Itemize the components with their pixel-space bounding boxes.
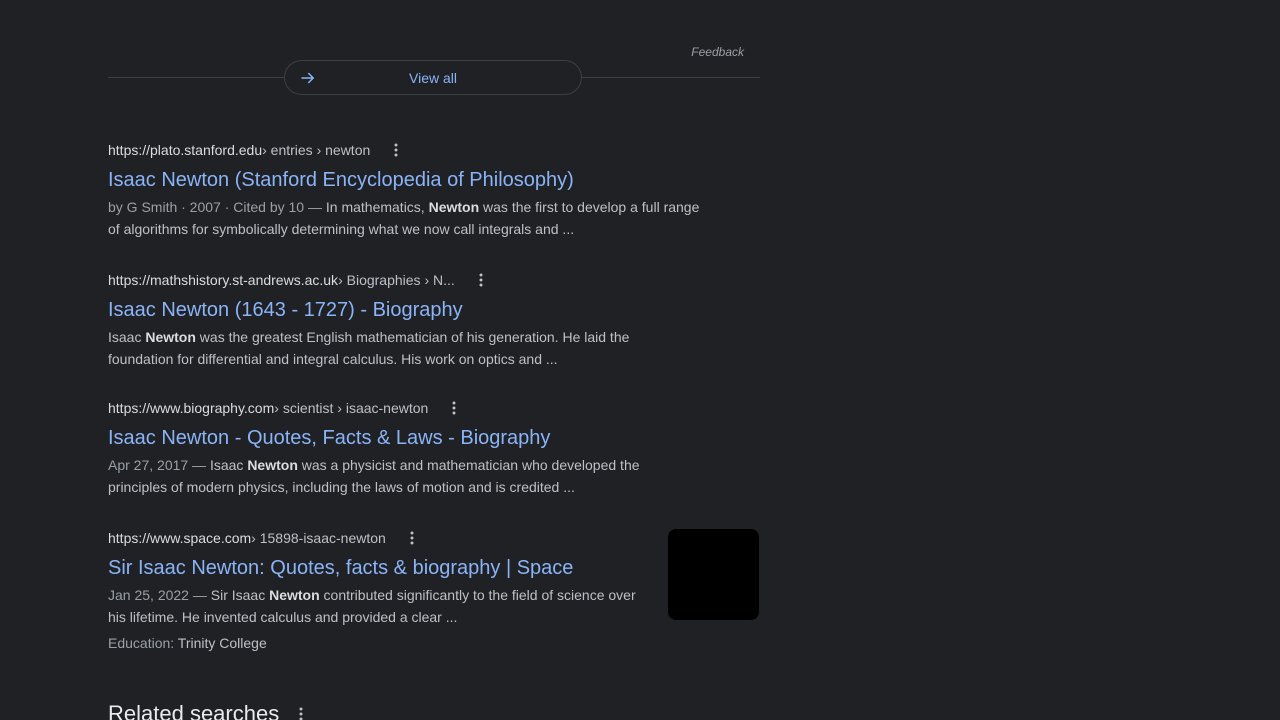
view-all-label: View all — [409, 69, 457, 86]
search-result: https://plato.stanford.edu › entries › n… — [108, 141, 708, 240]
snippet-text: Isaac — [108, 329, 146, 345]
more-options-icon[interactable] — [388, 142, 404, 158]
result-path: › 15898-isaac-newton — [251, 530, 386, 546]
more-options-icon[interactable] — [293, 706, 309, 720]
result-title-link[interactable]: Isaac Newton (Stanford Encyclopedia of P… — [108, 167, 708, 193]
result-domain: https://www.space.com — [108, 530, 252, 546]
result-date: Jan 25, 2022 — — [108, 587, 211, 603]
snippet-text: Isaac — [209, 457, 248, 473]
result-title-link[interactable]: Isaac Newton - Quotes, Facts & Laws - Bi… — [108, 425, 648, 451]
result-domain: https://mathshistory.st-andrews.ac.uk — [108, 272, 339, 288]
search-result: https://mathshistory.st-andrews.ac.uk › … — [108, 271, 648, 370]
result-title-link[interactable]: Isaac Newton (1643 - 1727) - Biography — [108, 297, 648, 323]
result-path: › entries › newton — [262, 142, 371, 158]
result-title-link[interactable]: Sir Isaac Newton: Quotes, facts & biogra… — [108, 555, 648, 581]
result-extra-info: Education: Trinity College — [108, 632, 648, 654]
more-options-icon[interactable] — [473, 272, 489, 288]
result-path: › Biographies › N... — [338, 272, 455, 288]
result-path: › scientist › isaac-newton — [274, 400, 429, 416]
search-results-page: Feedback View all https://plato.stanford… — [0, 0, 1280, 720]
result-domain: https://www.biography.com — [108, 400, 275, 416]
snippet-text: Sir Isaac — [210, 587, 270, 603]
snippet-text: In mathematics, — [325, 199, 429, 215]
result-snippet: Isaac Newton was the greatest English ma… — [108, 326, 648, 370]
result-citation[interactable]: https://plato.stanford.edu › entries › n… — [108, 141, 708, 159]
result-meta: by G Smith · 2007 · Cited by 10 — — [108, 199, 326, 215]
result-citation[interactable]: https://mathshistory.st-andrews.ac.uk › … — [108, 271, 648, 289]
more-options-icon[interactable] — [446, 400, 462, 416]
top-card-remnant — [108, 0, 760, 34]
related-searches-heading: Related searches — [108, 701, 280, 720]
result-citation[interactable]: https://www.biography.com › scientist › … — [108, 399, 648, 417]
feedback-link[interactable]: Feedback — [691, 45, 744, 59]
result-snippet: Apr 27, 2017 — Isaac Newton was a physic… — [108, 454, 648, 498]
snippet-highlight: Newton — [247, 457, 298, 473]
snippet-highlight: Newton — [428, 199, 480, 215]
extra-value[interactable]: Trinity College — [178, 635, 267, 651]
view-all-button[interactable]: View all — [284, 60, 582, 95]
result-thumbnail[interactable] — [668, 529, 759, 620]
related-searches-header: Related searches — [108, 700, 309, 720]
search-result: https://www.biography.com › scientist › … — [108, 399, 648, 498]
result-domain: https://plato.stanford.edu — [108, 142, 263, 158]
snippet-highlight: Newton — [269, 587, 320, 603]
result-snippet: Jan 25, 2022 — Sir Isaac Newton contribu… — [108, 584, 648, 628]
search-result: https://www.space.com › 15898-isaac-newt… — [108, 529, 648, 654]
result-date: Apr 27, 2017 — — [108, 457, 210, 473]
snippet-highlight: Newton — [145, 329, 196, 345]
more-options-icon[interactable] — [404, 530, 420, 546]
result-snippet: by G Smith · 2007 · Cited by 10 — In mat… — [108, 196, 708, 240]
extra-label: Education: — [108, 635, 178, 651]
result-citation[interactable]: https://www.space.com › 15898-isaac-newt… — [108, 529, 648, 547]
